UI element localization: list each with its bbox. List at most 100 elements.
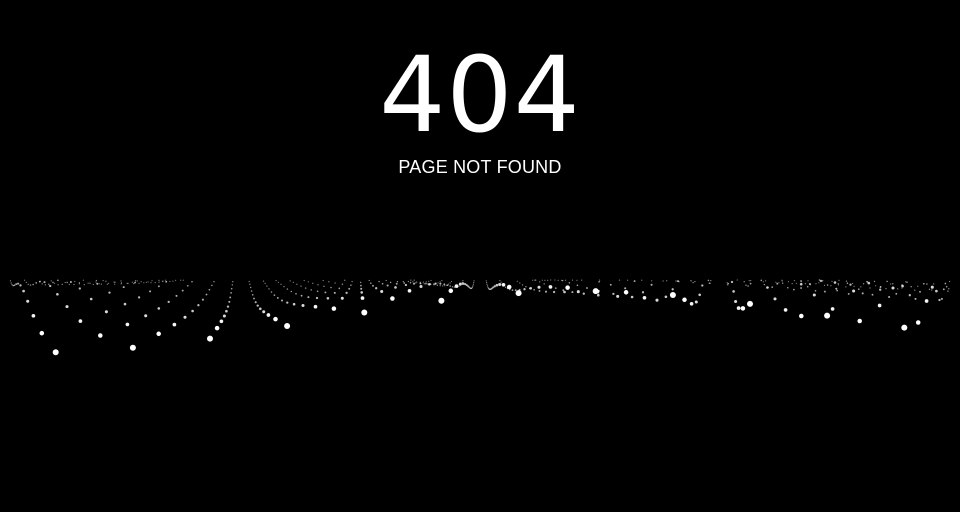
particle-dot (407, 280, 410, 283)
particle-dot (444, 285, 446, 287)
particle-dot (95, 279, 98, 282)
particle-dot (873, 280, 876, 283)
particle-dot (500, 281, 502, 283)
particle-dot (837, 283, 839, 285)
particle-dot (108, 282, 110, 284)
particle-dot (407, 288, 412, 293)
particle-dot (773, 297, 777, 301)
particle-dot (749, 282, 752, 285)
particle-dot (582, 292, 585, 295)
particle-dot (523, 288, 526, 291)
particle-dot (897, 288, 899, 290)
particle-dot (830, 285, 832, 287)
particle-dot (464, 282, 467, 286)
particle-dot (57, 284, 59, 286)
particle-dot (926, 283, 928, 285)
particle-dot (914, 297, 917, 300)
particle-dot (230, 287, 233, 290)
particle-dot (849, 283, 852, 286)
particle-dot (698, 293, 702, 297)
particle-dot (694, 280, 696, 283)
particle-dot (871, 293, 874, 296)
particle-dot (100, 283, 102, 285)
particle-dot (947, 290, 949, 292)
particle-dot (473, 282, 475, 284)
particle-dot (565, 285, 570, 290)
particle-dot (368, 279, 370, 282)
particle-dot (448, 288, 454, 294)
particle-dot (662, 280, 664, 282)
particle-dot (571, 279, 574, 281)
particle-dot (568, 282, 571, 284)
particle-dot (219, 319, 224, 324)
particle-dot (852, 289, 856, 293)
particle-dot (345, 291, 348, 295)
particle-dot (403, 282, 406, 284)
particle-dot (350, 284, 352, 286)
particle-dot (938, 298, 941, 302)
particle-dot (454, 284, 459, 288)
particle-dot (292, 281, 294, 283)
particle-dot (262, 280, 265, 282)
particle-dot (284, 323, 291, 329)
particle-dot (860, 286, 862, 288)
particle-dot (692, 281, 694, 284)
particle-dot (120, 280, 122, 282)
particle-dot (846, 282, 849, 284)
particle-dot (145, 281, 147, 283)
particle-dot (409, 281, 412, 284)
particle-dot (280, 299, 284, 302)
particle-dot (31, 313, 36, 318)
particle-dot (428, 280, 430, 282)
particle-dot (437, 282, 439, 284)
particle-dot (69, 280, 72, 284)
particle-dot (249, 283, 251, 285)
particle-dot (650, 283, 653, 286)
particle-dot (68, 283, 70, 285)
particle-dot (232, 281, 234, 283)
particle-dot (286, 301, 289, 304)
particle-dot (360, 287, 363, 290)
particle-dot (162, 280, 164, 282)
particle-dot (787, 281, 790, 283)
particle-dot (538, 289, 541, 292)
particle-dot (136, 280, 138, 282)
particle-dot (781, 280, 783, 282)
particle-dot (385, 279, 387, 282)
particle-dot (98, 333, 103, 338)
particle-dot (427, 282, 431, 286)
particle-dot (102, 280, 104, 282)
particle-dot (230, 292, 232, 294)
particle-dot (41, 283, 43, 285)
particle-dot (27, 283, 29, 285)
particle-dot (623, 290, 629, 295)
particle-dot (104, 310, 108, 314)
particle-dot (395, 282, 398, 285)
particle-dot (561, 279, 564, 282)
particle-dot (609, 283, 612, 286)
particle-dot (396, 280, 399, 283)
particle-dot (213, 280, 215, 283)
particle-dot (197, 304, 200, 307)
particle-dot (462, 280, 464, 282)
particle-dot (249, 286, 252, 289)
particle-dot (292, 302, 296, 306)
particle-dot (156, 331, 161, 337)
particle-dot (438, 297, 445, 304)
particle-dot (493, 285, 496, 288)
particle-dot (26, 299, 30, 303)
particle-dot (331, 306, 337, 311)
particle-dot (823, 290, 826, 293)
particle-dot (458, 282, 462, 286)
particle-dot (328, 281, 330, 283)
particle-dot (441, 280, 443, 282)
particle-dot (747, 285, 749, 287)
particle-dot (734, 299, 738, 304)
particle-dot (125, 322, 130, 327)
particle-dot (208, 288, 211, 291)
particle-dot (181, 289, 184, 292)
particle-dot (82, 279, 84, 281)
particle-dot (919, 290, 921, 293)
particle-dot (149, 290, 152, 293)
particle-dot (228, 300, 231, 303)
